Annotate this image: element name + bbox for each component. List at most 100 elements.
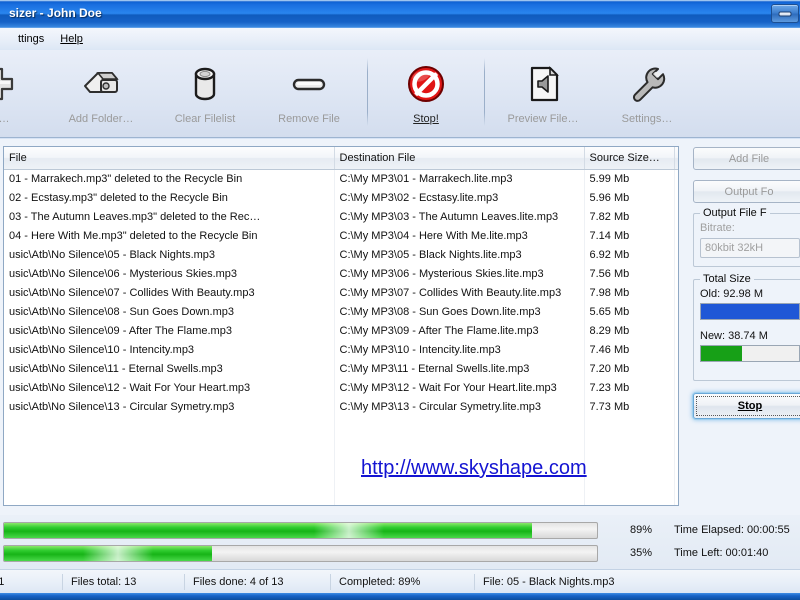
new-size-bar-fill [701,346,743,361]
stop-button[interactable]: Stop [693,393,800,419]
old-size-bar-fill [701,304,799,319]
menu-help-label: Help [60,33,83,45]
column-header-source-size[interactable]: Source Size… [584,147,675,170]
cell-destination-file: C:\My MP3\13 - Circular Symetry.lite.mp3 [334,397,585,416]
table-row[interactable]: usic\Atb\No Silence\07 - Collides With B… [4,283,678,302]
table-row[interactable]: usic\Atb\No Silence\10 - Intencity.mp3 C:… [4,340,678,359]
cell-est-size: 3.26 Mb [674,207,678,226]
cell-est-size: 2.49 Mb [674,169,678,188]
cell-source-size: 7.98 Mb [584,283,675,302]
cell-source-file: usic\Atb\No Silence\12 - Wait For Your H… [4,378,335,397]
column-header-est-size[interactable]: Est. Size… [674,147,678,170]
table-row[interactable]: 01 - Marrakech.mp3" deleted to the Recyc… [4,169,678,188]
column-header-destination-file[interactable]: Destination File [334,147,585,170]
toolbar-settings[interactable]: Settings… [595,56,699,134]
total-size-group: Total Size Old: 92.98 M New: 38.74 M [693,273,800,381]
menu-settings-label: ttings [18,33,45,45]
menu-settings[interactable]: ttings [11,30,51,48]
toolbar-stop[interactable]: Stop! [374,56,478,134]
output-file-format-title: Output File F [700,207,770,219]
file-list-table: File Destination File Source Size… Est. … [4,147,678,505]
plus-icon [0,62,19,106]
folder-add-icon [79,62,123,106]
cell-est-size: 3.15 Mb [674,264,678,283]
table-row[interactable]: usic\Atb\No Silence\08 - Sun Goes Down.m… [4,302,678,321]
table-row[interactable]: 04 - Here With Me.mp3" deleted to the Re… [4,226,678,245]
table-row[interactable]: usic\Atb\No Silence\11 - Eternal Swells.… [4,359,678,378]
table-row[interactable]: 03 - The Autumn Leaves.mp3" deleted to t… [4,207,678,226]
cell-source-file: 02 - Ecstasy.mp3" deleted to the Recycle… [4,188,335,207]
cell-destination-file: C:\My MP3\09 - After The Flame.lite.mp3 [334,321,585,340]
cell-source-size: 7.20 Mb [584,359,675,378]
cell-source-file: usic\Atb\No Silence\10 - Intencity.mp3 [4,340,335,359]
menu-help[interactable]: Help [53,30,90,48]
table-row[interactable]: usic\Atb\No Silence\09 - After The Flame… [4,321,678,340]
window-title: sizer - John Doe [9,6,102,20]
minimize-icon [778,11,792,16]
output-folder-button[interactable]: Output Fo [693,180,800,203]
toolbar-preview-file[interactable]: Preview File… [491,56,595,134]
stop-sign-icon [404,62,448,106]
file-list-body: 01 - Marrakech.mp3" deleted to the Recyc… [4,169,678,505]
toolbar-remove-file[interactable]: Remove File [257,56,361,134]
old-size-label: Old: 92.98 M [700,288,763,300]
cell-est-size: 2.48 Mb [674,188,678,207]
progress-area: 89% Time Elapsed: 00:00:55 35% Time Left… [0,515,800,569]
table-row[interactable]: usic\Atb\No Silence\05 - Black Nights.mp… [4,245,678,264]
title-bar: sizer - John Doe [0,0,800,28]
toolbar-stop-label: Stop! [413,113,439,125]
cell-destination-file: C:\My MP3\11 - Eternal Swells.lite.mp3 [334,359,585,378]
new-size-label: New: 38.74 M [700,330,768,342]
cell-source-size: 8.29 Mb [584,321,675,340]
cell-destination-file: C:\My MP3\07 - Collides With Beauty.lite… [334,283,585,302]
add-files-button[interactable]: Add File [693,147,800,170]
toolbar-add-folder[interactable]: Add Folder… [49,56,153,134]
cell-est-size: 3.01 Mb [674,378,678,397]
bitrate-combobox[interactable]: 80kbit 32kH [700,238,800,258]
column-header-source-file[interactable]: File [4,147,335,170]
minimize-button[interactable] [771,4,799,23]
cell-destination-file: C:\My MP3\12 - Wait For Your Heart.lite.… [334,378,585,397]
cell-destination-file: C:\My MP3\01 - Marrakech.lite.mp3 [334,169,585,188]
overall-progress-row: 89% Time Elapsed: 00:00:55 [3,521,790,539]
focus-ring [696,396,800,416]
cell-source-size: 5.65 Mb [584,302,675,321]
cell-source-size: 7.82 Mb [584,207,675,226]
status-bar: 1.9 | For Help, press F1Files total: 13F… [0,569,800,593]
cell-destination-file: C:\My MP3\02 - Ecstasy.lite.mp3 [334,188,585,207]
cell-source-size: 6.92 Mb [584,245,675,264]
bitrate-label: Bitrate: [700,222,735,234]
output-folder-button-label: Output Fo [724,185,774,198]
cell-destination-file: C:\My MP3\04 - Here With Me.lite.mp3 [334,226,585,245]
toolbar-add-files-label: les… [0,113,10,125]
time-elapsed-label: Time Elapsed: 00:00:55 [674,524,790,536]
table-row[interactable]: usic\Atb\No Silence\13 - Circular Symetr… [4,397,678,416]
cell-source-file: 03 - The Autumn Leaves.mp3" deleted to t… [4,207,335,226]
status-cell-1: Files total: 13 [63,573,185,590]
cell-source-size: 7.23 Mb [584,378,675,397]
current-progress-row: 35% Time Left: 00:01:40 [3,544,768,562]
toolbar-add-files[interactable]: les… [0,56,49,134]
table-row[interactable]: usic\Atb\No Silence\06 - Mysterious Skie… [4,264,678,283]
status-cell-3: Completed: 89% [331,573,475,590]
toolbar-clear-filelist[interactable]: Clear Filelist [153,56,257,134]
table-row[interactable]: usic\Atb\No Silence\12 - Wait For Your H… [4,378,678,397]
website-link[interactable]: http://www.skyshape.com [361,457,587,480]
toolbar-add-folder-label: Add Folder… [68,113,134,125]
cell-source-file: usic\Atb\No Silence\11 - Eternal Swells.… [4,359,335,378]
table-row[interactable]: 02 - Ecstasy.mp3" deleted to the Recycle… [4,188,678,207]
cell-source-file: usic\Atb\No Silence\07 - Collides With B… [4,283,335,302]
file-list-header-row: File Destination File Source Size… Est. … [4,147,678,170]
side-panel: Add File Output Fo Output File F Bitrate… [685,139,800,515]
window-controls [771,4,799,23]
cell-destination-file: C:\My MP3\05 - Black Nights.lite.mp3 [334,245,585,264]
file-list[interactable]: File Destination File Source Size… Est. … [3,146,679,506]
menu-bar: ttings Help [0,28,800,50]
overall-progress-bar [3,521,598,539]
cell-destination-file: C:\My MP3\10 - Intencity.lite.mp3 [334,340,585,359]
cell-source-size: 5.96 Mb [584,188,675,207]
status-cell-0: 1.9 | For Help, press F1 [0,573,63,590]
time-left-label: Time Left: 00:01:40 [674,547,769,559]
cell-est-size: 2.97 Mb [674,226,678,245]
add-files-button-label: Add File [728,152,770,165]
